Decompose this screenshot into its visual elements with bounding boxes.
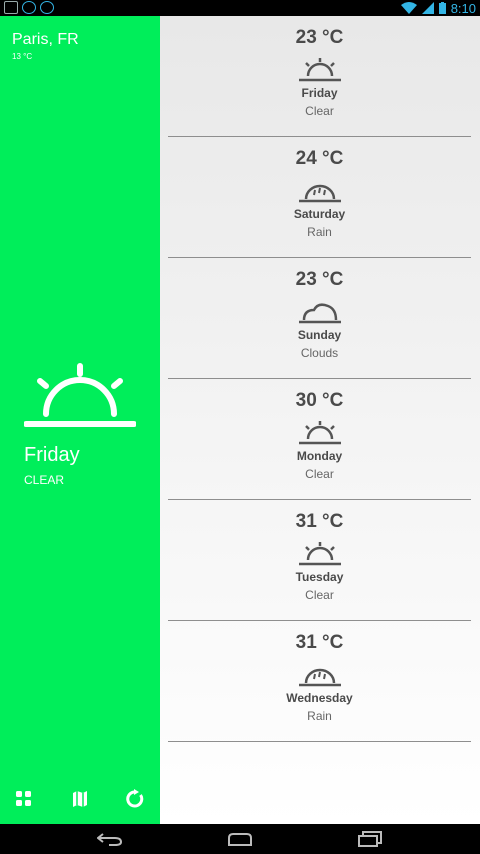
forecast-temperature: 23 °C (295, 269, 344, 290)
forecast-condition: Rain (307, 709, 332, 723)
forecast-item[interactable]: 24 °C Saturday Rain (168, 137, 471, 258)
forecast-condition: Clear (305, 588, 334, 602)
home-icon (228, 833, 252, 846)
weather-app: Paris, FR 13 °C Friday CLEAR 23 °C Frida… (0, 16, 480, 824)
rain-icon (299, 184, 341, 203)
navigation-bar (0, 824, 480, 854)
rain-icon (299, 668, 341, 687)
forecast-item[interactable]: 30 °C Monday Clear (168, 379, 471, 500)
forecast-temperature: 30 °C (295, 390, 344, 411)
status-bar: 8:10 (0, 0, 480, 16)
forecast-item[interactable]: 31 °C Tuesday Clear (168, 500, 471, 621)
forecast-list[interactable]: 23 °C Friday Clear 24 °C Saturday Rain 2… (160, 16, 480, 824)
forecast-temperature: 23 °C (295, 27, 344, 48)
back-icon (97, 833, 123, 846)
grid-icon (16, 791, 31, 806)
system-status: 8:10 (400, 0, 476, 16)
refresh-icon (126, 789, 144, 808)
forecast-temperature: 24 °C (295, 148, 344, 169)
forecast-day: Friday (301, 86, 338, 100)
sync-notification-icon (22, 1, 36, 14)
wifi-icon (400, 2, 417, 14)
action-bar (0, 788, 160, 812)
map-button[interactable] (69, 788, 91, 810)
sunrise-icon (299, 58, 341, 82)
signal-icon (421, 2, 434, 14)
current-temperature: 13 °C (12, 52, 33, 61)
map-icon (73, 791, 87, 807)
forecast-day: Wednesday (286, 691, 353, 705)
recent-apps-button[interactable] (352, 828, 388, 850)
forecast-day: Tuesday (295, 570, 344, 584)
back-button[interactable] (92, 828, 128, 850)
forecast-item[interactable]: 23 °C Sunday Clouds (168, 258, 471, 379)
current-weather-panel: Paris, FR 13 °C Friday CLEAR (0, 16, 160, 824)
sunrise-icon (299, 542, 341, 566)
forecast-condition: Rain (307, 225, 332, 239)
cloud-icon (299, 303, 341, 324)
forecast-condition: Clear (305, 467, 334, 481)
recent-apps-icon (358, 831, 382, 847)
shield-notification-icon (40, 1, 54, 14)
forecast-item[interactable]: 31 °C Wednesday Rain (168, 621, 471, 742)
forecast-temperature: 31 °C (295, 632, 344, 653)
forecast-condition: Clear (305, 104, 334, 118)
refresh-button[interactable] (124, 788, 146, 810)
forecast-condition: Clouds (300, 346, 339, 360)
sunrise-icon (299, 421, 341, 445)
forecast-day: Sunday (297, 328, 342, 342)
today-condition: CLEAR (24, 473, 65, 487)
grid-view-button[interactable] (13, 788, 35, 810)
forecast-day: Saturday (293, 207, 346, 221)
today-day: Friday (24, 444, 80, 466)
clock: 8:10 (450, 0, 476, 16)
home-button[interactable] (222, 828, 258, 850)
battery-icon (438, 2, 446, 14)
image-notification-icon (4, 1, 18, 14)
forecast-temperature: 31 °C (295, 511, 344, 532)
notification-icons (4, 1, 54, 14)
forecast-day: Monday (296, 449, 343, 463)
sunrise-icon (24, 363, 136, 427)
city-label: Paris, FR (12, 31, 79, 48)
forecast-item[interactable]: 23 °C Friday Clear (168, 16, 471, 137)
